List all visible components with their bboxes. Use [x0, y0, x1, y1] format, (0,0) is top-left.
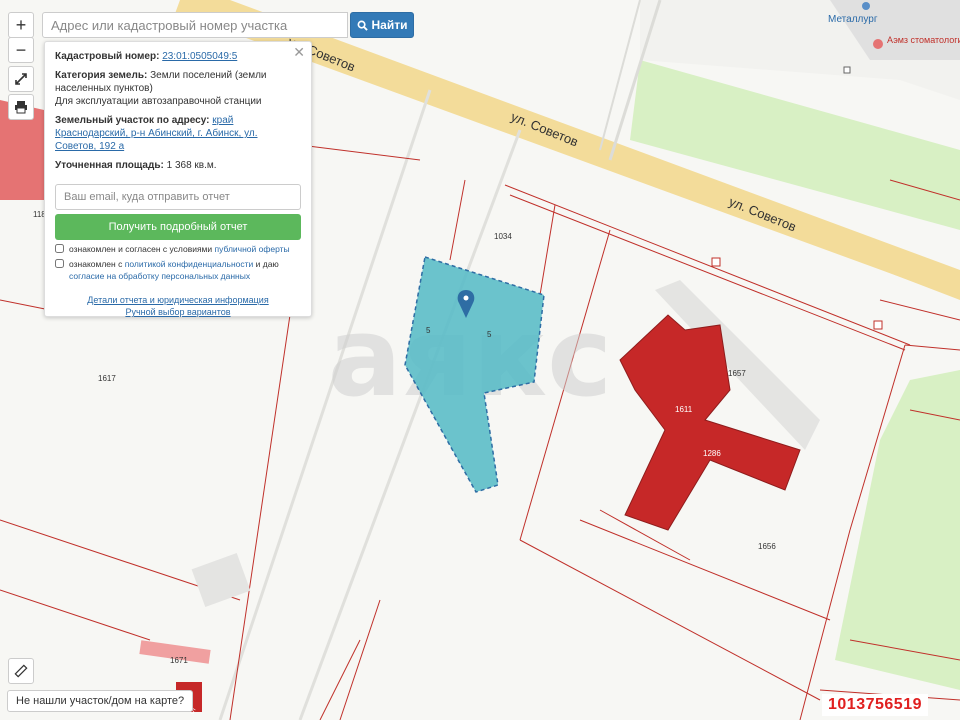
parcel-number: 5 [487, 330, 492, 339]
zoom-out-button[interactable]: − [8, 37, 34, 63]
dentist-icon [873, 39, 883, 49]
get-report-button[interactable]: Получить подробный отчет [55, 214, 301, 240]
parcel-number: 5 [426, 326, 431, 335]
offer-checkbox[interactable] [55, 244, 64, 253]
cadastral-number-link[interactable]: 23:01:0505049:5 [162, 51, 237, 62]
offer-link[interactable]: публичной оферты [215, 244, 290, 254]
parcel-number: 1657 [728, 369, 746, 378]
cadastral-label: Кадастровый номер: [55, 51, 160, 62]
data-consent-link[interactable]: согласие на обработку персональных данны… [69, 271, 250, 281]
fullscreen-button[interactable] [8, 66, 34, 92]
email-field[interactable] [55, 184, 301, 210]
privacy-checkbox[interactable] [55, 259, 64, 268]
address-label: Земельный участок по адресу: [55, 115, 210, 126]
search-button-label: Найти [371, 18, 408, 32]
privacy-link[interactable]: политикой конфиденциальности [125, 259, 254, 269]
listing-id: 1013756519 [822, 694, 928, 716]
poi-icon [862, 2, 870, 10]
search-icon [357, 20, 368, 31]
manual-select-link[interactable]: Ручной выбор вариантов [125, 307, 230, 317]
area-value: 1 368 кв.м. [166, 160, 217, 171]
parcel-number: 1034 [494, 232, 512, 241]
close-icon[interactable]: ✕ [293, 45, 305, 59]
expand-icon [15, 73, 27, 85]
category-label: Категория земель: [55, 70, 148, 81]
area-label: Уточненная площадь: [55, 160, 164, 171]
parcel-number: 1617 [98, 374, 116, 383]
search-button[interactable]: Найти [350, 12, 414, 38]
consent-text: ознакомлен и согласен с условиями [69, 244, 213, 254]
poi-label: Аэмз стоматология [887, 35, 960, 45]
poi-label: Металлург [828, 14, 878, 25]
print-button[interactable] [8, 94, 34, 120]
ruler-button[interactable] [8, 658, 34, 684]
details-link[interactable]: Детали отчета и юридическая информация [87, 295, 268, 305]
ruler-icon [14, 664, 28, 678]
parcel-info-panel: ✕ Кадастровый номер: 23:01:0505049:5 Кат… [44, 41, 312, 317]
consent-text: и даю [255, 259, 279, 269]
print-icon [15, 101, 27, 114]
parcel-number: 1671 [170, 656, 188, 665]
parcel-number: 1611 [675, 405, 693, 414]
search-input[interactable] [42, 12, 348, 38]
parcel-number: 1656 [758, 542, 776, 551]
parcel-number: 1286 [703, 449, 721, 458]
zoom-in-button[interactable]: + [8, 12, 34, 38]
usage-value: Для эксплуатации автозаправочной станции [55, 96, 262, 107]
not-found-button[interactable]: Не нашли участок/дом на карте? [7, 690, 194, 712]
consent-text: ознакомлен с [69, 259, 123, 269]
